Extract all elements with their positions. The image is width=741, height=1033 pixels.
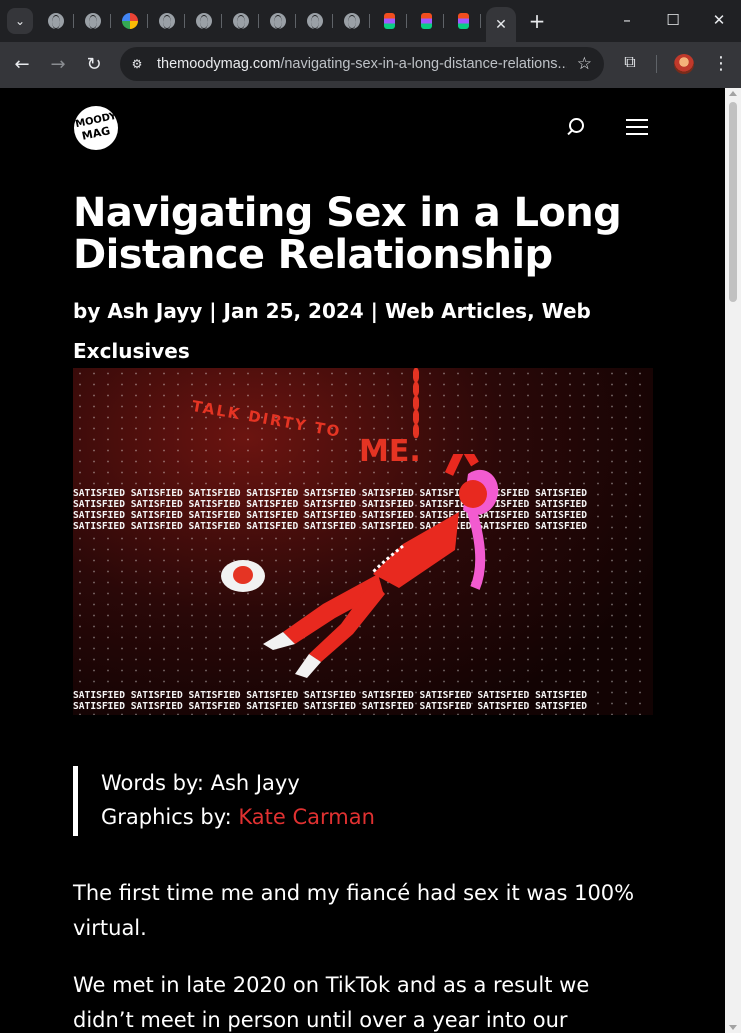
hero-image: TALK DIRTY TO ME. SATISFIED SATISFIED SA…	[73, 368, 653, 715]
globe-icon	[48, 13, 64, 29]
tab-separator	[295, 14, 296, 28]
toolbar-divider	[656, 55, 657, 73]
browser-chrome: ⌄ ✕ + – ☐ ✕ ← → ↻ ⚙ themoodymag.com/navi…	[0, 0, 741, 88]
window-close-button[interactable]: ✕	[699, 6, 739, 34]
globe-icon	[159, 13, 175, 29]
tab-search-button[interactable]: ⌄	[7, 8, 33, 34]
globe-icon	[196, 13, 212, 29]
figma-icon	[457, 13, 469, 29]
body-paragraph: The first time me and my fiancé had sex …	[73, 881, 635, 940]
new-tab-button[interactable]: +	[524, 9, 550, 35]
google-icon	[122, 13, 138, 29]
tab-strip: ⌄ ✕ + – ☐ ✕	[0, 0, 741, 42]
globe-icon	[85, 13, 101, 29]
graphics-author-link[interactable]: Kate Carman	[238, 805, 375, 829]
bookmark-star-icon[interactable]: ☆	[577, 47, 592, 81]
back-button[interactable]: ←	[7, 50, 37, 80]
minimize-button[interactable]: –	[607, 6, 647, 34]
tab-separator	[73, 14, 74, 28]
credits-blockquote: Words by: Ash Jayy Graphics by: Kate Car…	[73, 766, 653, 836]
tab-separator	[110, 14, 111, 28]
url-host: themoodymag.com	[157, 56, 281, 72]
browser-tab[interactable]	[186, 7, 222, 35]
scroll-down-arrow[interactable]	[729, 1025, 737, 1030]
site-logo[interactable]: MOODY MAG	[74, 106, 118, 150]
browser-tab[interactable]	[112, 7, 148, 35]
maximize-button[interactable]: ☐	[653, 6, 693, 34]
tab-separator	[258, 14, 259, 28]
forward-button[interactable]: →	[43, 50, 73, 80]
tab-separator	[480, 14, 481, 28]
globe-icon	[307, 13, 323, 29]
address-bar[interactable]: ⚙ themoodymag.com/navigating-sex-in-a-lo…	[120, 47, 604, 81]
graphics-credit: Graphics by: Kate Carman	[101, 800, 653, 834]
site-settings-icon[interactable]: ⚙	[129, 56, 145, 72]
url-path: /navigating-sex-in-a-long-distance-relat…	[280, 56, 567, 72]
browser-tab[interactable]	[371, 7, 407, 35]
page-viewport: MOODY MAG Navigating Sex in a Long Dista…	[0, 88, 741, 1033]
body-paragraph: We met in late 2020 on TikTok and as a r…	[73, 973, 590, 1032]
tab-separator	[184, 14, 185, 28]
tab-separator	[369, 14, 370, 28]
scroll-up-arrow[interactable]	[729, 91, 737, 96]
scroll-thumb[interactable]	[729, 102, 737, 302]
reload-button[interactable]: ↻	[79, 50, 109, 80]
page-scrollbar[interactable]	[725, 88, 741, 1033]
tab-separator	[332, 14, 333, 28]
tab-separator	[221, 14, 222, 28]
puzzle-icon[interactable]: ⧉	[618, 50, 642, 74]
globe-icon	[233, 13, 249, 29]
url-text[interactable]: themoodymag.com/navigating-sex-in-a-long…	[157, 47, 567, 81]
woman-illustration	[263, 454, 499, 678]
browser-tab[interactable]	[149, 7, 185, 35]
globe-icon	[344, 13, 360, 29]
figma-icon	[420, 13, 432, 29]
menu-icon[interactable]	[626, 119, 648, 135]
tab-separator	[406, 14, 407, 28]
browser-tab[interactable]	[334, 7, 370, 35]
graphics-credit-label: Graphics by:	[101, 805, 239, 829]
tab-separator	[147, 14, 148, 28]
browser-tab[interactable]	[75, 7, 111, 35]
tab-separator	[443, 14, 444, 28]
browser-tab[interactable]	[38, 7, 74, 35]
close-tab-icon[interactable]: ✕	[495, 17, 507, 33]
figma-icon	[383, 13, 395, 29]
words-credit: Words by: Ash Jayy	[101, 771, 300, 795]
browser-tab[interactable]	[297, 7, 333, 35]
browser-menu-button[interactable]: ⋮	[712, 52, 730, 76]
satisfied-row: SATISFIED SATISFIED SATISFIED SATISFIED …	[73, 690, 588, 701]
active-tab[interactable]: ✕	[486, 7, 516, 42]
browser-tab[interactable]	[223, 7, 259, 35]
search-icon[interactable]	[566, 118, 584, 136]
browser-tab[interactable]	[445, 7, 481, 35]
browser-tab[interactable]	[260, 7, 296, 35]
dotted-cord	[413, 368, 419, 438]
satisfied-row: SATISFIED SATISFIED SATISFIED SATISFIED …	[73, 701, 588, 712]
globe-icon	[270, 13, 286, 29]
profile-avatar[interactable]	[674, 54, 694, 74]
article-meta: by Ash Jayy | Jan 25, 2024 | Web Article…	[73, 299, 591, 363]
article-title: Navigating Sex in a Long Distance Relati…	[73, 190, 622, 278]
browser-tab[interactable]	[408, 7, 444, 35]
